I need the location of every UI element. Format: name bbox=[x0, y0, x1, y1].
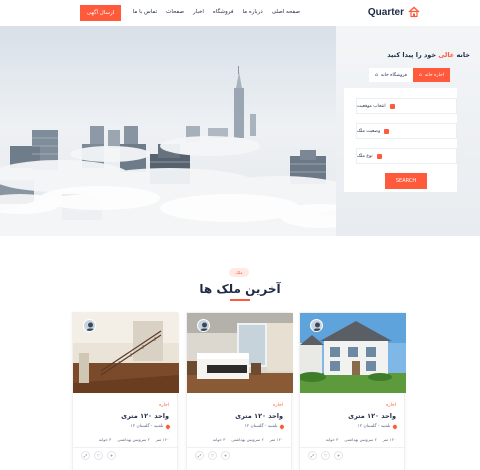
property-location-text: تلفنیه - گلستان ۱۲ bbox=[357, 424, 391, 429]
property-location-text: تلفنیه - گلستان ۱۲ bbox=[244, 424, 278, 429]
area: ۱۲۰ متر bbox=[269, 437, 283, 442]
cityscape-in-clouds bbox=[0, 26, 336, 236]
property-meta: ۳ خوابه ۲ سرویس بهداشتی ۱۲۰ متر bbox=[213, 437, 283, 442]
search-tabs: ⌂ اجاره خانه ⌂ فروشگاه خانه bbox=[369, 68, 450, 82]
main-nav: صفحه اصلی درباره ما فروشگاه اخبار صفحات … bbox=[133, 9, 300, 15]
card-actions: ⤢ ♡ + bbox=[195, 451, 230, 460]
type-select-label: نوع ملک bbox=[357, 153, 373, 159]
person-icon bbox=[311, 320, 322, 331]
property-card[interactable]: اجاره واحد ۱۲۰ متری تلفنیه - گلستان ۱۲ ۳… bbox=[299, 312, 406, 470]
search-heading: خانه عالی خود را پیدا کنید bbox=[387, 51, 470, 59]
type-select[interactable]: نوع ملک bbox=[356, 148, 457, 164]
nav-about[interactable]: درباره ما bbox=[242, 9, 262, 15]
tab-sale[interactable]: ⌂ فروشگاه خانه bbox=[369, 68, 413, 82]
nav-contact[interactable]: تماس با ما bbox=[133, 9, 157, 15]
location-pin-icon bbox=[164, 423, 170, 430]
section-title: آخرین ملک ها bbox=[199, 282, 281, 296]
tab-sale-label: فروشگاه خانه bbox=[380, 72, 407, 78]
location-select-label: انتخاب موقعیت bbox=[357, 103, 386, 109]
map-marker-icon bbox=[376, 153, 382, 159]
divider bbox=[73, 447, 177, 448]
area: ۱۲۰ متر bbox=[155, 437, 169, 442]
status-badge: اجاره bbox=[386, 403, 396, 408]
person-icon bbox=[198, 320, 209, 331]
map-marker-icon bbox=[384, 128, 390, 134]
plus-icon[interactable]: + bbox=[334, 451, 343, 460]
expand-icon[interactable]: ⤢ bbox=[81, 451, 90, 460]
title-underline bbox=[230, 299, 250, 301]
property-card[interactable]: اجاره واحد ۱۲۰ متری تلفنیه - گلستان ۱۲ ۳… bbox=[186, 312, 293, 470]
expand-icon[interactable]: ⤢ bbox=[195, 451, 204, 460]
house-icon: ⌂ bbox=[375, 72, 378, 78]
property-meta: ۳ خوابه ۲ سرویس بهداشتی ۱۲۰ متر bbox=[326, 437, 396, 442]
property-image[interactable] bbox=[300, 313, 406, 393]
bathrooms: ۲ سرویس بهداشتی bbox=[231, 437, 264, 442]
section-tag: ملک bbox=[229, 268, 249, 277]
property-location: تلفنیه - گلستان ۱۲ bbox=[130, 423, 170, 430]
status-select-label: وضعیت ملک bbox=[357, 128, 381, 134]
location-select[interactable]: انتخاب موقعیت bbox=[356, 98, 457, 114]
hero-image bbox=[0, 26, 336, 236]
bathrooms: ۲ سرویس بهداشتی bbox=[344, 437, 377, 442]
status-select[interactable]: وضعیت ملک bbox=[356, 123, 457, 139]
house-logo-icon bbox=[408, 6, 420, 18]
logo[interactable]: Quarter bbox=[368, 6, 420, 18]
nav-shop[interactable]: فروشگاه bbox=[213, 9, 234, 15]
tab-rent[interactable]: ⌂ اجاره خانه bbox=[412, 68, 450, 82]
card-actions: ⤢ ♡ + bbox=[308, 451, 343, 460]
logo-text: Quarter bbox=[367, 6, 404, 18]
property-location-text: تلفنیه - گلستان ۱۲ bbox=[130, 424, 164, 429]
nav-pages[interactable]: صفحات bbox=[166, 9, 184, 15]
agent-avatar[interactable] bbox=[310, 319, 323, 332]
search-heading-accent: عالی bbox=[438, 51, 455, 59]
key-icon: ⌂ bbox=[418, 72, 422, 78]
card-actions: ⤢ ♡ + bbox=[81, 451, 116, 460]
nav-news[interactable]: اخبار bbox=[193, 9, 204, 15]
property-location: تلفنیه - گلستان ۱۲ bbox=[244, 423, 284, 430]
bedrooms: ۳ خوابه bbox=[212, 437, 226, 442]
bathrooms: ۲ سرویس بهداشتی bbox=[117, 437, 150, 442]
status-badge: اجاره bbox=[273, 403, 283, 408]
tab-rent-label: اجاره خانه bbox=[424, 72, 444, 78]
bedrooms: ۳ خوابه bbox=[98, 437, 112, 442]
property-title[interactable]: واحد ۱۲۰ متری bbox=[348, 412, 396, 420]
heart-icon[interactable]: ♡ bbox=[94, 451, 103, 460]
status-badge: اجاره bbox=[159, 403, 169, 408]
heart-icon[interactable]: ♡ bbox=[321, 451, 330, 460]
divider bbox=[300, 447, 404, 448]
property-image[interactable] bbox=[73, 313, 179, 393]
search-form: انتخاب موقعیت وضعیت ملک نوع ملک SEARCH bbox=[344, 88, 457, 192]
property-card[interactable]: اجاره واحد ۱۲۰ متری تلفنیه - گلستان ۱۲ ۳… bbox=[72, 312, 179, 470]
plus-icon[interactable]: + bbox=[221, 451, 230, 460]
search-button[interactable]: SEARCH bbox=[385, 173, 427, 189]
search-heading-suffix: خود را پیدا کنید bbox=[387, 51, 439, 59]
search-heading-prefix: خانه bbox=[454, 51, 470, 59]
nav-home[interactable]: صفحه اصلی bbox=[272, 9, 300, 15]
area: ۱۲۰ متر bbox=[382, 437, 396, 442]
expand-icon[interactable]: ⤢ bbox=[308, 451, 317, 460]
location-pin-icon bbox=[391, 423, 397, 430]
plus-icon[interactable]: + bbox=[107, 451, 116, 460]
agent-avatar[interactable] bbox=[83, 319, 96, 332]
property-image[interactable] bbox=[187, 313, 293, 393]
bedrooms: ۳ خوابه bbox=[325, 437, 339, 442]
property-title[interactable]: واحد ۱۲۰ متری bbox=[235, 412, 283, 420]
location-pin-icon bbox=[278, 423, 284, 430]
submit-listing-button[interactable]: ارسال آگهی bbox=[80, 5, 121, 21]
agent-avatar[interactable] bbox=[197, 319, 210, 332]
divider bbox=[187, 447, 291, 448]
property-title[interactable]: واحد ۱۲۰ متری bbox=[121, 412, 169, 420]
property-location: تلفنیه - گلستان ۱۲ bbox=[357, 423, 397, 430]
map-marker-icon bbox=[389, 103, 395, 109]
property-meta: ۳ خوابه ۲ سرویس بهداشتی ۱۲۰ متر bbox=[99, 437, 169, 442]
person-icon bbox=[84, 320, 95, 331]
site-header: Quarter صفحه اصلی درباره ما فروشگاه اخبا… bbox=[0, 0, 480, 26]
heart-icon[interactable]: ♡ bbox=[208, 451, 217, 460]
